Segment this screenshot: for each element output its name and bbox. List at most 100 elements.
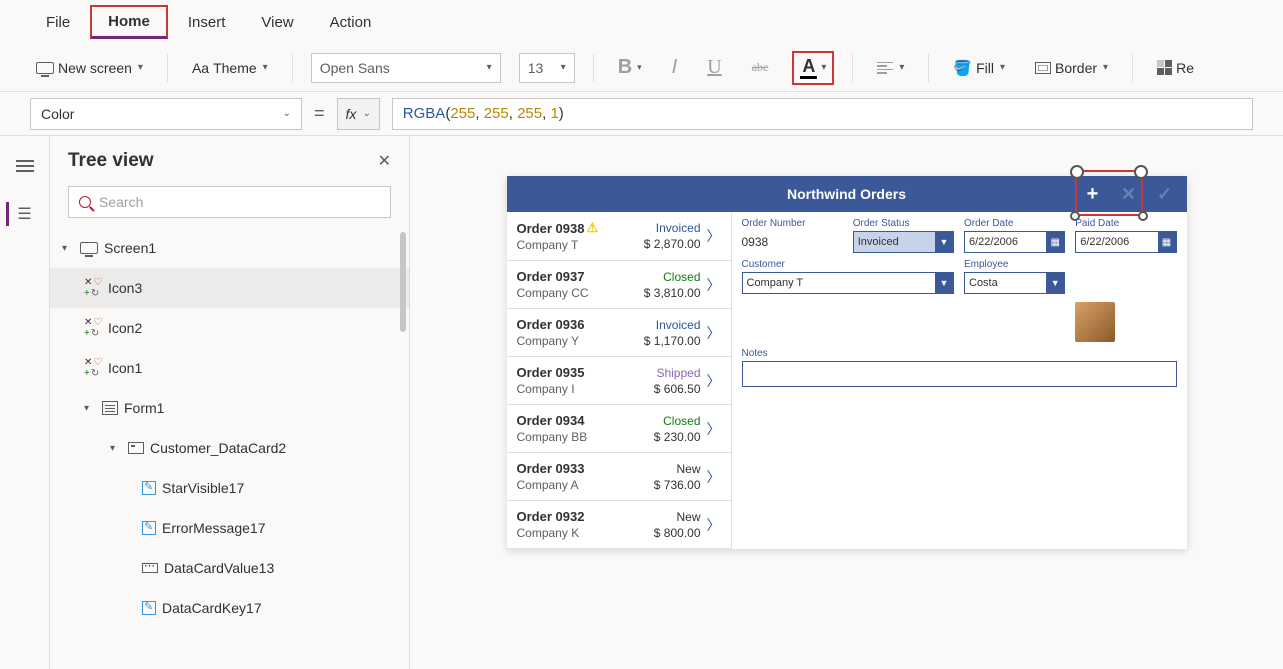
reorder-icon bbox=[1157, 60, 1172, 75]
panel-close-button[interactable]: ✕ bbox=[378, 151, 391, 171]
tree-node-form[interactable]: ▾ Form1 bbox=[50, 388, 409, 428]
paint-bucket-icon: 🪣 bbox=[953, 59, 972, 77]
menu-action[interactable]: Action bbox=[314, 8, 388, 37]
order-amount: $ 800.00 bbox=[654, 526, 701, 540]
bold-button[interactable]: B▾ bbox=[612, 56, 648, 79]
tree-node-datacard[interactable]: ▾ Customer_DataCard2 bbox=[50, 428, 409, 468]
tree-node-datacardvalue[interactable]: DataCardValue13 bbox=[50, 548, 409, 588]
control-icon bbox=[142, 521, 156, 535]
menu-file[interactable]: File bbox=[30, 8, 86, 37]
form-icon bbox=[102, 401, 118, 415]
tree-node-icon3[interactable]: ✕♡+↻ Icon3 bbox=[50, 268, 409, 308]
submit-button[interactable]: ✓ bbox=[1151, 180, 1179, 208]
collapse-icon[interactable]: ▾ bbox=[84, 403, 96, 414]
font-color-button[interactable]: A ▾ bbox=[792, 51, 834, 85]
chevron-down-icon: ▾ bbox=[821, 62, 826, 73]
border-icon bbox=[1035, 62, 1051, 74]
order-item[interactable]: Order 0938⚠Company TInvoiced$ 2,870.00〉 bbox=[507, 212, 731, 261]
tree-node-datacardkey[interactable]: DataCardKey17 bbox=[50, 588, 409, 628]
tree-node-starvisible[interactable]: StarVisible17 bbox=[50, 468, 409, 508]
tree-view-rail-button[interactable]: ☰ bbox=[6, 202, 30, 226]
order-item[interactable]: Order 0933Company ANew$ 736.00〉 bbox=[507, 453, 731, 501]
order-item[interactable]: Order 0934Company BBClosed$ 230.00〉 bbox=[507, 405, 731, 453]
collapse-icon[interactable]: ▾ bbox=[110, 443, 122, 454]
calendar-icon: ▦ bbox=[1046, 232, 1064, 252]
fill-label: Fill bbox=[976, 60, 994, 76]
tree-node-screen[interactable]: ▾ Screen1 bbox=[50, 228, 409, 268]
chevron-down-icon: ⌄ bbox=[362, 108, 370, 119]
order-status-select[interactable]: Invoiced▼ bbox=[853, 231, 954, 253]
order-status: Closed bbox=[663, 270, 700, 284]
main-area: ☰ Tree view ✕ Search ▾ Screen1 ✕♡+↻ Icon… bbox=[0, 136, 1283, 669]
underline-button[interactable]: U bbox=[701, 56, 727, 79]
menu-view[interactable]: View bbox=[245, 8, 309, 37]
menu-insert[interactable]: Insert bbox=[172, 8, 242, 37]
employee-select[interactable]: Costa▼ bbox=[964, 272, 1065, 294]
new-screen-label: New screen bbox=[58, 60, 132, 76]
chevron-down-icon: ▼ bbox=[1046, 273, 1064, 293]
fill-button[interactable]: 🪣 Fill ▾ bbox=[947, 55, 1011, 81]
order-item[interactable]: Order 0937Company CCClosed$ 3,810.00〉 bbox=[507, 261, 731, 309]
hamburger-button[interactable] bbox=[13, 154, 37, 178]
equals-label: = bbox=[314, 103, 325, 124]
fx-button[interactable]: fx ⌄ bbox=[337, 98, 380, 130]
calendar-icon: ▦ bbox=[1158, 232, 1176, 252]
search-input[interactable]: Search bbox=[68, 186, 391, 218]
divider bbox=[167, 54, 168, 82]
tree-node-icon2[interactable]: ✕♡+↻ Icon2 bbox=[50, 308, 409, 348]
divider bbox=[852, 54, 853, 82]
align-button[interactable]: ▾ bbox=[871, 56, 910, 80]
canvas[interactable]: Northwind Orders + ✕ ✓ Order 0938⚠Compan… bbox=[410, 136, 1283, 669]
order-id: Order 0938⚠ bbox=[517, 220, 599, 236]
tree-node-icon1[interactable]: ✕♡+↻ Icon1 bbox=[50, 348, 409, 388]
font-family-select[interactable]: Open Sans ▾ bbox=[311, 53, 501, 83]
order-id: Order 0933 bbox=[517, 461, 585, 476]
reorder-button[interactable]: Re bbox=[1151, 56, 1200, 80]
field-label: Order Status bbox=[853, 218, 954, 229]
control-icon bbox=[142, 601, 156, 615]
order-item[interactable]: Order 0932Company KNew$ 800.00〉 bbox=[507, 501, 731, 549]
formula-input[interactable]: RGBA(255, 255, 255, 1) bbox=[392, 98, 1253, 130]
order-amount: $ 2,870.00 bbox=[644, 237, 701, 251]
theme-button[interactable]: Aa Theme ▾ bbox=[186, 56, 274, 80]
scrollbar-thumb[interactable] bbox=[400, 232, 406, 332]
order-gallery[interactable]: Order 0938⚠Company TInvoiced$ 2,870.00〉O… bbox=[507, 212, 732, 549]
reorder-label: Re bbox=[1176, 60, 1194, 76]
customer-select[interactable]: Company T▼ bbox=[742, 272, 955, 294]
order-item[interactable]: Order 0936Company YInvoiced$ 1,170.00〉 bbox=[507, 309, 731, 357]
order-amount: $ 736.00 bbox=[654, 478, 701, 492]
border-button[interactable]: Border ▾ bbox=[1029, 56, 1114, 80]
divider bbox=[292, 54, 293, 82]
font-size-select[interactable]: 13 ▾ bbox=[519, 53, 575, 83]
cancel-button[interactable]: ✕ bbox=[1115, 180, 1143, 208]
divider bbox=[593, 54, 594, 82]
notes-input[interactable] bbox=[742, 361, 1177, 387]
order-item[interactable]: Order 0935Company IShipped$ 606.50〉 bbox=[507, 357, 731, 405]
menu-home[interactable]: Home bbox=[90, 5, 168, 39]
screen-icon bbox=[80, 242, 98, 254]
order-date-input[interactable]: 6/22/2006▦ bbox=[964, 231, 1065, 253]
app-title: Northwind Orders bbox=[787, 186, 906, 202]
collapse-icon[interactable]: ▾ bbox=[62, 243, 74, 254]
order-company: Company Y bbox=[517, 334, 585, 348]
italic-button[interactable]: I bbox=[666, 56, 684, 79]
strikethrough-button[interactable]: abc bbox=[746, 60, 775, 75]
chevron-right-icon: 〉 bbox=[707, 515, 721, 535]
new-screen-button[interactable]: New screen ▾ bbox=[30, 56, 149, 80]
fx-icon: fx bbox=[346, 106, 357, 122]
icon-control-icon: ✕♡+↻ bbox=[84, 359, 102, 377]
order-amount: $ 3,810.00 bbox=[644, 286, 701, 300]
order-amount: $ 606.50 bbox=[654, 382, 701, 396]
property-select[interactable]: Color ⌄ bbox=[30, 98, 302, 130]
add-button[interactable]: + bbox=[1079, 180, 1107, 208]
tree-label: ErrorMessage17 bbox=[162, 520, 266, 536]
chevron-down-icon: ▾ bbox=[561, 62, 566, 73]
tree-label: StarVisible17 bbox=[162, 480, 244, 496]
chevron-down-icon: ▾ bbox=[138, 62, 143, 73]
chevron-down-icon: ▾ bbox=[899, 62, 904, 73]
control-icon bbox=[142, 481, 156, 495]
chevron-down-icon: ▾ bbox=[487, 62, 492, 73]
tree-node-errormessage[interactable]: ErrorMessage17 bbox=[50, 508, 409, 548]
field-label: Notes bbox=[742, 348, 1177, 359]
paid-date-input[interactable]: 6/22/2006▦ bbox=[1075, 231, 1176, 253]
